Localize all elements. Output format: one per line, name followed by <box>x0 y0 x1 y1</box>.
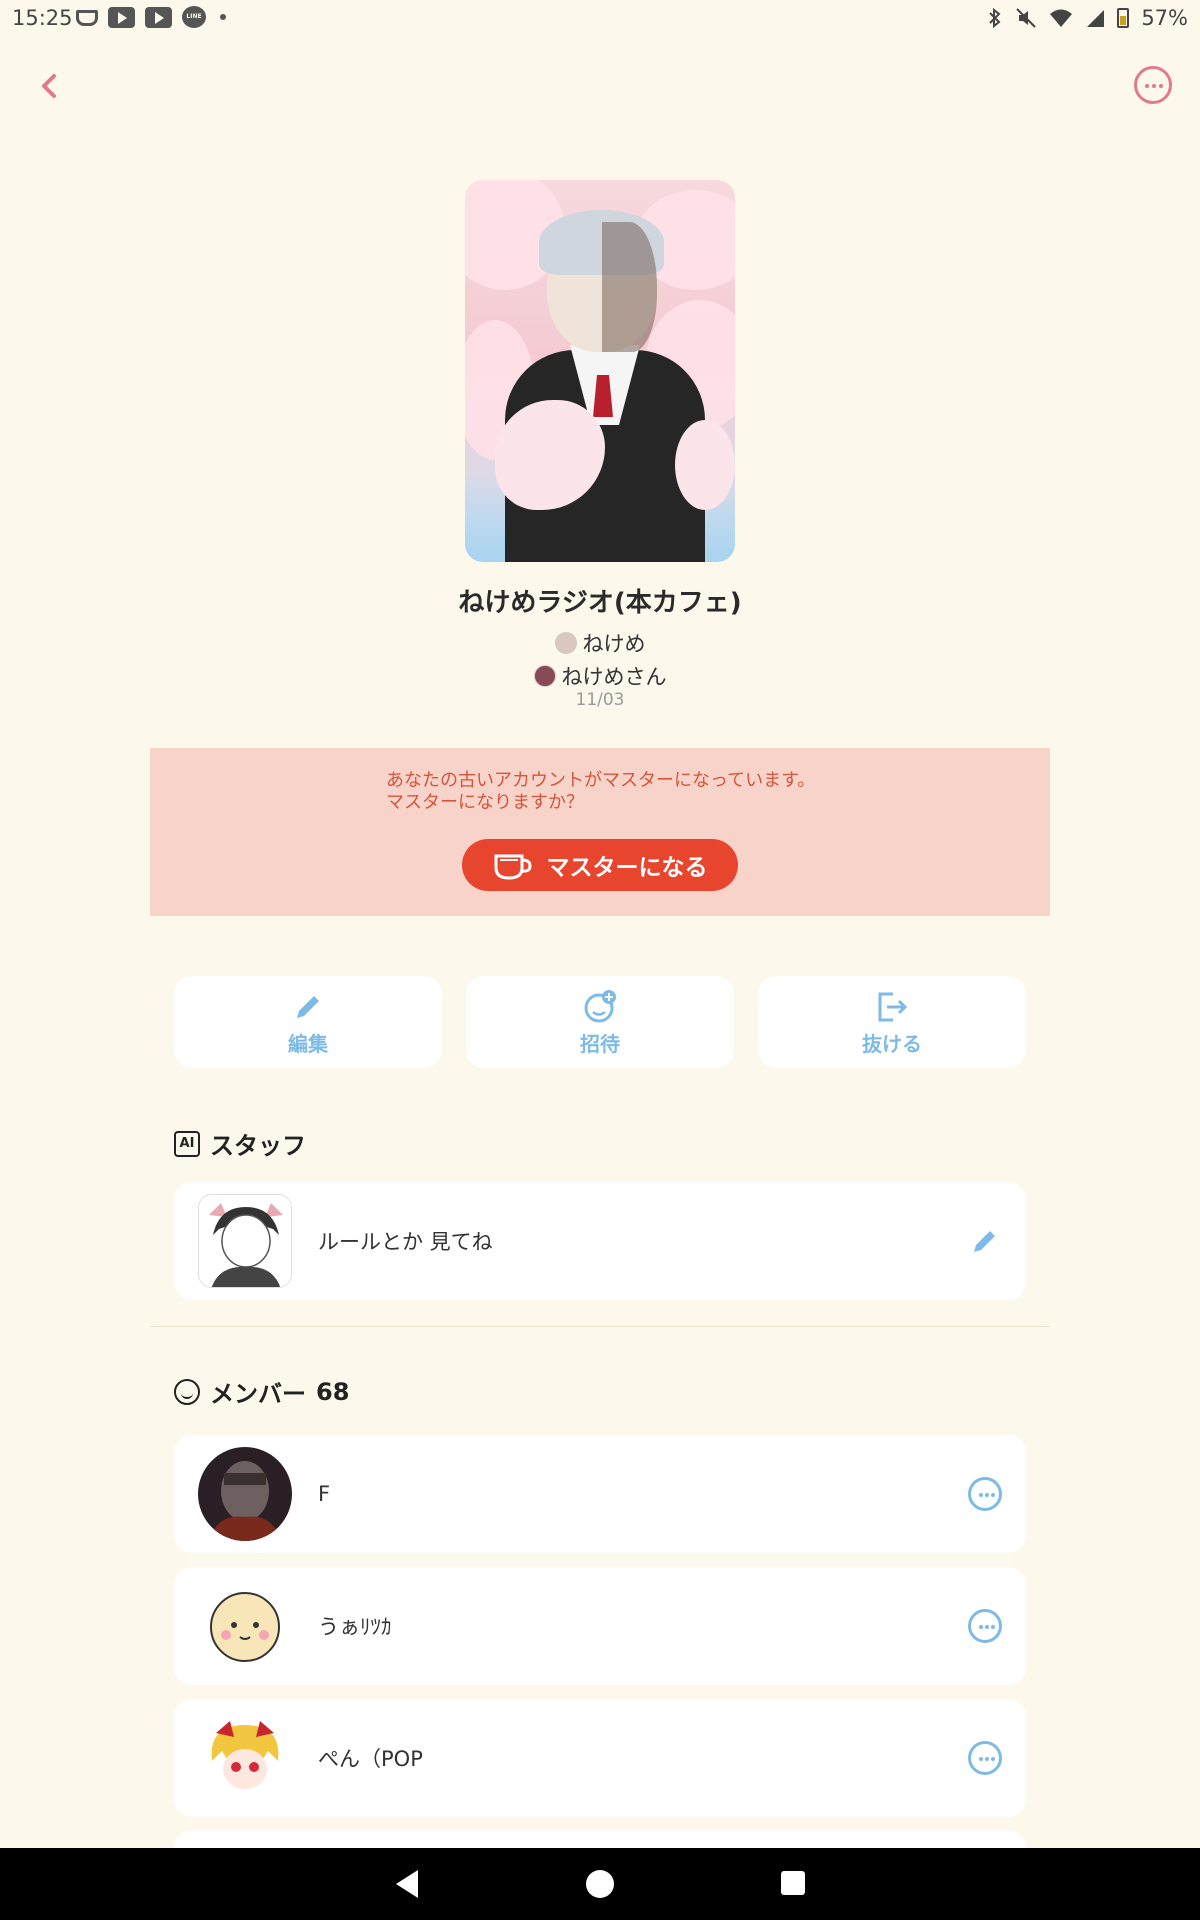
staff-avatar-image <box>199 1195 291 1287</box>
notice-message: あなたの古いアカウントがマスターになっています。 マスターになりますか？ <box>386 770 815 814</box>
more-dot <box>1159 84 1163 88</box>
members-heading: メンバー 68 <box>174 1374 349 1409</box>
system-nav-bar <box>0 1848 1200 1920</box>
exit-icon <box>878 992 908 1021</box>
owner-name: ねけめ <box>582 632 646 656</box>
member-name: F <box>318 1482 331 1506</box>
become-master-button[interactable]: マスターになる <box>462 839 738 891</box>
more-dot <box>979 1625 983 1629</box>
more-dot <box>1152 84 1156 88</box>
cafe-date: 11/03 <box>575 690 625 710</box>
cafe-cover-image <box>465 180 735 562</box>
member-more-button[interactable] <box>968 1741 1002 1775</box>
signal-icon <box>1087 10 1105 27</box>
status-right: 57% <box>987 6 1188 30</box>
member-avatar-image <box>198 1711 292 1805</box>
figure-hand <box>602 222 657 352</box>
staff-heading-label: スタッフ <box>210 1132 306 1160</box>
mute-icon <box>1016 8 1037 28</box>
pencil-icon <box>297 995 319 1018</box>
owner-row[interactable]: ねけめ <box>0 628 1200 658</box>
coffee-cup-icon <box>494 854 532 880</box>
nav-home-icon[interactable] <box>586 1870 614 1898</box>
staff-name: ルールとか 見てね <box>318 1230 493 1254</box>
member-avatar <box>198 1711 292 1805</box>
more-dot <box>991 1625 995 1629</box>
member-avatar-image <box>198 1447 292 1541</box>
battery-percent: 57% <box>1141 6 1188 30</box>
owner-avatar <box>554 632 577 654</box>
pencil-icon[interactable] <box>968 1224 1002 1258</box>
members-count: 68 <box>316 1377 350 1406</box>
wifi-icon <box>1050 9 1073 27</box>
cup-icon <box>76 10 98 26</box>
notice-line: あなたの古いアカウントがマスターになっています。 <box>386 770 816 791</box>
invite-button[interactable]: 招待 <box>466 976 734 1068</box>
members-heading-label: メンバー <box>210 1380 306 1408</box>
member-item[interactable]: ぺん（POP <box>174 1699 1026 1817</box>
member-more-button[interactable] <box>968 1477 1002 1511</box>
more-dot <box>991 1757 995 1761</box>
member-avatar-image <box>198 1579 292 1673</box>
invite-icon <box>584 989 616 1022</box>
action-buttons: 編集 招待 抜ける <box>174 976 1026 1068</box>
more-dots-icon <box>1145 84 1149 88</box>
section-divider <box>150 1326 1050 1327</box>
member-name: ぺん（POP <box>318 1747 423 1771</box>
chevron-left-icon <box>42 74 56 98</box>
bluetooth-icon <box>989 7 1001 29</box>
edit-button[interactable]: 編集 <box>174 976 442 1068</box>
status-time: 15:25 <box>12 6 73 30</box>
battery-icon <box>1117 8 1130 28</box>
more-options-button[interactable] <box>1134 66 1172 104</box>
member-more-button[interactable] <box>968 1609 1002 1643</box>
line-icon: LINE <box>182 6 206 28</box>
staff-heading: AI スタッフ <box>174 1126 306 1161</box>
leave-button[interactable]: 抜ける <box>758 976 1026 1068</box>
status-bar: 15:25 LINE 57% <box>0 0 1200 40</box>
invite-label: 招待 <box>580 1031 620 1056</box>
owner-row[interactable]: ねけめさん <box>0 661 1200 691</box>
more-notifications-dot <box>220 14 226 20</box>
more-dot <box>979 1493 983 1497</box>
member-item[interactable]: うぁﾘﾂｶ <box>174 1567 1026 1685</box>
smile-icon <box>174 1378 200 1405</box>
back-button[interactable] <box>28 64 72 108</box>
notification-icons: LINE <box>76 6 226 28</box>
leave-label: 抜ける <box>862 1031 922 1056</box>
member-avatar <box>198 1579 292 1673</box>
member-name: うぁﾘﾂｶ <box>318 1615 392 1639</box>
more-dot <box>991 1493 995 1497</box>
member-item[interactable]: F <box>174 1435 1026 1553</box>
more-dot <box>985 1493 989 1497</box>
owner-name: ねけめさん <box>561 665 667 689</box>
petal <box>675 420 735 510</box>
become-master-label: マスターになる <box>546 855 708 881</box>
master-notice: あなたの古いアカウントがマスターになっています。 マスターになりますか？ マスタ… <box>150 748 1050 916</box>
youtube-icon <box>145 6 172 28</box>
ai-icon: AI <box>174 1130 200 1157</box>
youtube-icon <box>108 6 135 28</box>
staff-item[interactable]: ルールとか 見てね <box>174 1182 1026 1300</box>
more-dot <box>985 1757 989 1761</box>
more-dot <box>985 1625 989 1629</box>
nav-recents-icon[interactable] <box>781 1871 805 1895</box>
notice-line: マスターになりますか？ <box>386 792 584 813</box>
member-avatar <box>198 1447 292 1541</box>
staff-avatar <box>198 1194 292 1288</box>
more-dot <box>979 1757 983 1761</box>
owner-avatar <box>533 665 556 687</box>
edit-label: 編集 <box>288 1031 328 1056</box>
nav-back-icon[interactable] <box>396 1870 418 1898</box>
cafe-title: ねけめラジオ(本カフェ) <box>458 588 742 618</box>
